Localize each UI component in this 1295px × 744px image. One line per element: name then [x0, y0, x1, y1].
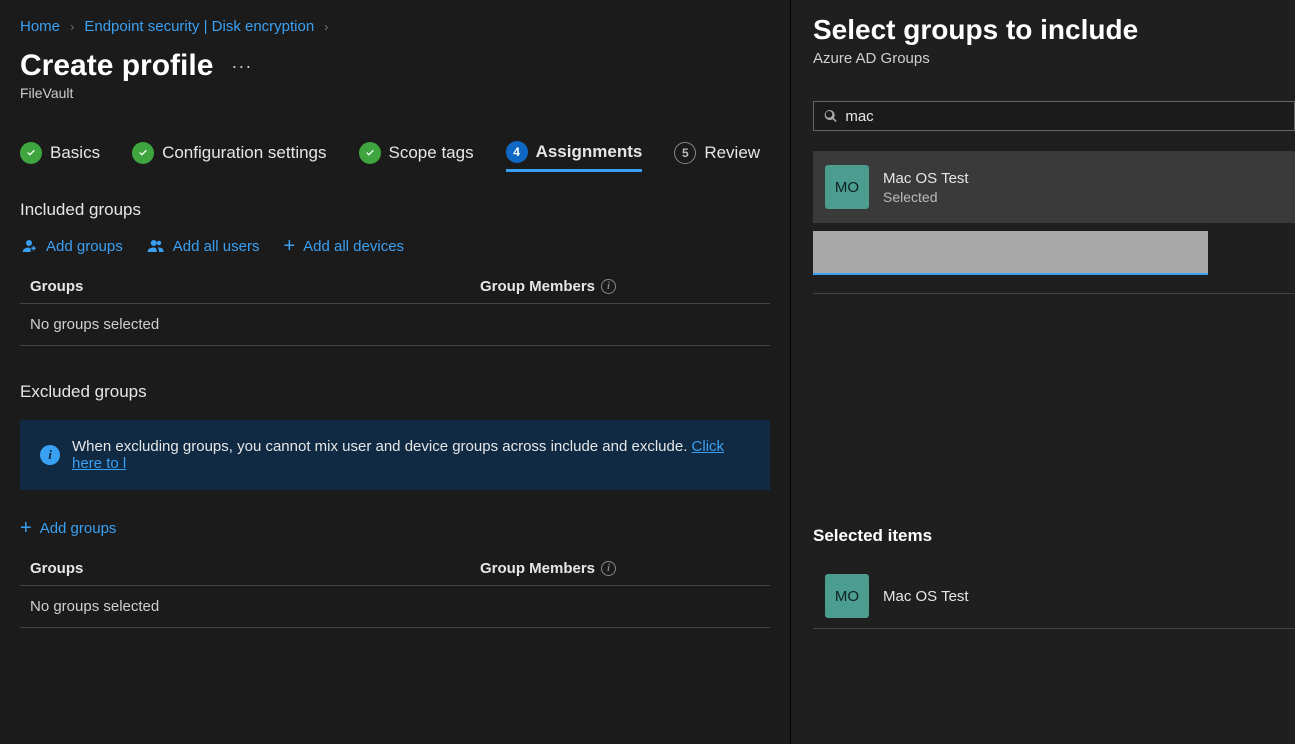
select-groups-panel: Select groups to include Azure AD Groups… [790, 0, 1295, 744]
more-actions-button[interactable]: ··· [231, 56, 252, 77]
check-icon [132, 142, 154, 164]
plus-icon: + [20, 518, 32, 538]
info-icon: i [40, 445, 60, 465]
tab-label: Configuration settings [162, 143, 326, 163]
button-label: Add all users [173, 238, 260, 255]
excluded-groups-heading: Excluded groups [20, 382, 770, 402]
breadcrumb-endpoint-security[interactable]: Endpoint security | Disk encryption [84, 18, 314, 35]
result-status: Selected [883, 189, 969, 205]
column-header-members: Group Members i [480, 560, 616, 577]
plus-icon: + [283, 236, 295, 256]
people-icon [147, 237, 165, 255]
banner-text: When excluding groups, you cannot mix us… [72, 438, 692, 455]
column-header-groups: Groups [30, 278, 480, 295]
panel-title: Select groups to include [813, 14, 1295, 46]
search-box[interactable] [813, 101, 1295, 131]
search-input[interactable] [845, 108, 1284, 125]
included-groups-heading: Included groups [20, 200, 770, 220]
selected-items-heading: Selected items [813, 526, 1295, 546]
tab-assignments[interactable]: 4 Assignments [506, 141, 643, 172]
result-name: Mac OS Test [883, 170, 969, 187]
divider [813, 293, 1295, 294]
tab-label: Review [704, 143, 760, 163]
table-empty-row: No groups selected [20, 304, 770, 346]
button-label: Add groups [40, 520, 117, 537]
group-avatar: MO [825, 574, 869, 618]
loading-placeholder [813, 231, 1208, 275]
add-person-icon [20, 237, 38, 255]
info-icon[interactable]: i [601, 279, 616, 294]
tab-configuration-settings[interactable]: Configuration settings [132, 142, 326, 172]
tab-label: Assignments [536, 142, 643, 162]
breadcrumb-home[interactable]: Home [20, 18, 60, 35]
search-result-item[interactable]: MO Mac OS Test Selected [813, 151, 1295, 223]
tab-review[interactable]: 5 Review [674, 142, 760, 172]
excluded-groups-table: Groups Group Members i No groups selecte… [20, 552, 770, 628]
column-header-members: Group Members i [480, 278, 616, 295]
tab-basics[interactable]: Basics [20, 142, 100, 172]
add-all-devices-button[interactable]: + Add all devices [283, 236, 404, 256]
search-icon [824, 109, 837, 123]
info-banner: i When excluding groups, you cannot mix … [20, 420, 770, 490]
breadcrumb: Home › Endpoint security | Disk encrypti… [20, 18, 770, 35]
step-number-icon: 5 [674, 142, 696, 164]
wizard-tabs: Basics Configuration settings Scope tags… [20, 141, 770, 172]
selected-item-name: Mac OS Test [883, 588, 969, 605]
tab-label: Basics [50, 143, 100, 163]
page-subtitle: FileVault [20, 85, 770, 101]
panel-subtitle: Azure AD Groups [813, 50, 1295, 67]
tab-label: Scope tags [389, 143, 474, 163]
step-number-icon: 4 [506, 141, 528, 163]
button-label: Add all devices [303, 238, 404, 255]
table-empty-row: No groups selected [20, 586, 770, 628]
add-all-users-button[interactable]: Add all users [147, 236, 260, 256]
page-title: Create profile [20, 49, 213, 83]
group-avatar: MO [825, 165, 869, 209]
info-icon[interactable]: i [601, 561, 616, 576]
chevron-right-icon: › [324, 20, 328, 34]
button-label: Add groups [46, 238, 123, 255]
included-groups-table: Groups Group Members i No groups selecte… [20, 270, 770, 346]
check-icon [20, 142, 42, 164]
selected-item[interactable]: MO Mac OS Test [813, 564, 1295, 629]
tab-scope-tags[interactable]: Scope tags [359, 142, 474, 172]
add-groups-button[interactable]: Add groups [20, 236, 123, 256]
chevron-right-icon: › [70, 20, 74, 34]
check-icon [359, 142, 381, 164]
add-groups-excluded-button[interactable]: + Add groups [20, 518, 116, 538]
column-header-groups: Groups [30, 560, 480, 577]
